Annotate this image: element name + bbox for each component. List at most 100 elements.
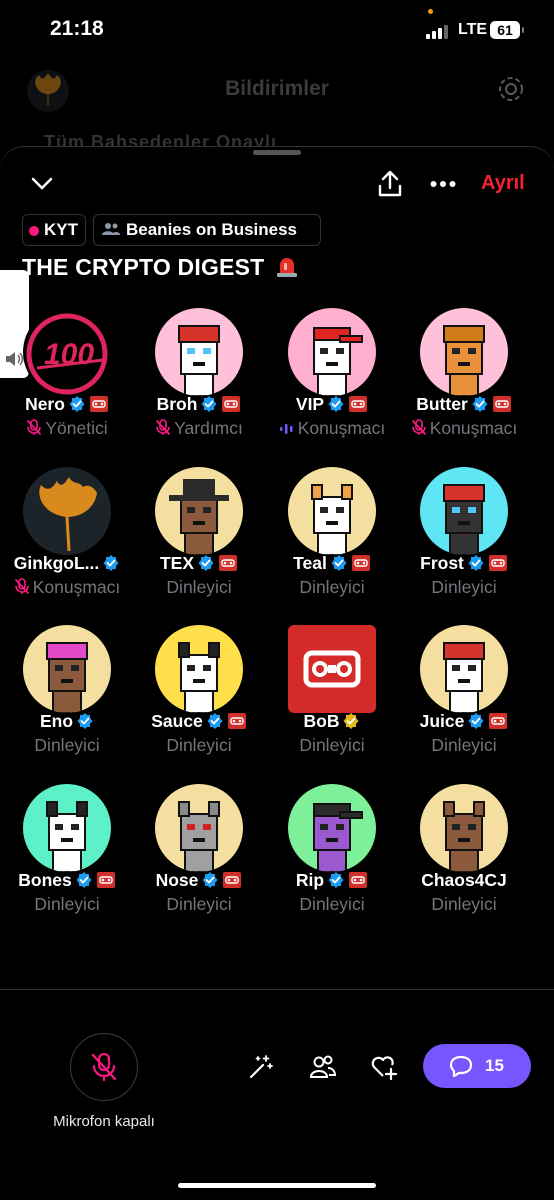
participant-name: Broh [156,394,198,414]
verified-badge-icon [99,553,120,573]
live-dot-icon [29,226,39,236]
verified-badge-icon [72,870,93,890]
community-badge-icon [224,711,247,731]
verified-badge-icon [197,394,218,414]
participant-avatar[interactable] [155,625,243,713]
gear-icon[interactable] [496,74,526,104]
participant-role-row: Dinleyici [262,577,402,598]
notifications-title: Bildirimler [225,77,329,100]
participant-card[interactable]: GinkgoL... Konuşmacı [1,459,133,609]
participant-avatar[interactable] [288,784,376,872]
more-icon[interactable] [430,180,456,188]
participant-card[interactable]: 100 Nero Yönetici [1,300,133,450]
participant-avatar[interactable] [420,308,508,396]
participant-name-row: Nero [0,394,137,415]
participant-card[interactable]: Sauce Dinleyici [133,617,265,767]
participant-card[interactable]: TEX Dinleyici [133,459,265,609]
community-chip[interactable]: Beanies on Business [93,214,321,246]
community-badge-icon [345,394,368,414]
participant-role: Konuşmacı [429,418,518,438]
participant-card[interactable]: Chaos4CJ Dinleyici [398,776,530,926]
verified-badge-icon [194,553,215,573]
comments-button[interactable]: 15 [423,1044,531,1088]
magic-wand-icon[interactable] [248,1054,274,1080]
participant-name-row: Rip [262,870,402,891]
space-title-text: THE CRYPTO DIGEST [22,254,265,280]
participant-card[interactable]: Frost Dinleyici [398,459,530,609]
participant-name: Sauce [151,711,203,731]
participant-name: Bones [18,870,72,890]
verified-badge-icon [339,711,360,731]
participant-card[interactable]: Nose Dinleyici [133,776,265,926]
live-chip[interactable]: KYT [22,214,86,246]
participant-card[interactable]: VIP Konuşmacı [266,300,398,450]
participant-role-row: Dinleyici [262,894,402,915]
participant-avatar[interactable] [23,784,111,872]
participant-avatar[interactable] [155,308,243,396]
network-type: LTE [458,21,488,38]
heart-add-icon[interactable] [370,1054,398,1080]
participant-role: Dinleyici [166,577,232,597]
participant-role: Dinleyici [34,735,100,755]
participant-avatar[interactable] [420,784,508,872]
mic-off-icon [91,1052,117,1082]
participant-card[interactable]: Butter Konuşmacı [398,300,530,450]
mic-toggle-button[interactable] [70,1033,138,1101]
participant-avatar[interactable] [288,308,376,396]
participant-name-row: Juice [394,711,534,732]
chevron-down-icon[interactable] [30,175,54,193]
participant-card[interactable]: BoB Dinleyici [266,617,398,767]
community-badge-icon [218,394,241,414]
verified-badge-icon [464,553,485,573]
participant-card[interactable]: Rip Dinleyici [266,776,398,926]
participant-name: Juice [419,711,465,731]
participant-card[interactable]: Juice Dinleyici [398,617,530,767]
leave-button[interactable]: Ayrıl [481,172,525,195]
comment-icon [449,1055,473,1077]
community-badge-icon [86,394,109,414]
community-badge-icon [345,870,368,890]
participant-role: Konuşmacı [297,418,386,438]
participant-role-row: Dinleyici [394,577,534,598]
participant-avatar[interactable] [155,467,243,555]
participant-role-row: Dinleyici [129,577,269,598]
participant-name: Chaos4CJ [421,870,507,890]
verified-badge-icon [203,711,224,731]
participant-card[interactable]: Eno Dinleyici [1,617,133,767]
community-badge-icon [485,553,508,573]
participant-avatar[interactable] [420,625,508,713]
participant-name: GinkgoL... [13,553,100,573]
participant-card[interactable]: Bones Dinleyici [1,776,133,926]
sheet-grabber[interactable] [253,150,301,155]
participant-role-row: Dinleyici [394,735,534,756]
verified-badge-icon [324,394,345,414]
participant-role-row: Yönetici [0,418,137,439]
community-badge-icon [93,870,116,890]
participant-role: Dinleyici [299,894,365,914]
participant-card[interactable]: Teal Dinleyici [266,459,398,609]
participant-avatar[interactable]: 100 [23,308,111,396]
speaking-icon [279,418,298,438]
participant-name: TEX [159,553,195,573]
participant-avatar[interactable] [288,467,376,555]
participant-role-row: Konuşmacı [0,577,137,598]
space-title: THE CRYPTO DIGEST [22,254,299,281]
participant-avatar[interactable] [288,625,376,713]
participant-name: Nose [155,870,199,890]
participant-role: Dinleyici [431,735,497,755]
participant-avatar[interactable] [420,467,508,555]
share-icon[interactable] [377,170,403,198]
participant-name-row: Teal [262,553,402,574]
participants-icon[interactable] [309,1054,337,1080]
participant-avatar[interactable] [155,784,243,872]
signal-icon [426,24,452,39]
community-badge-icon [485,711,508,731]
community-chip-label: Beanies on Business [126,220,298,239]
participant-avatar[interactable] [23,625,111,713]
participant-card[interactable]: Broh Yardımcı [133,300,265,450]
participant-role-row: Konuşmacı [262,418,402,439]
participant-role: Dinleyici [431,577,497,597]
participant-name-row: BoB [262,711,402,732]
participant-avatar[interactable] [23,467,111,555]
participant-name-row: Broh [129,394,269,415]
